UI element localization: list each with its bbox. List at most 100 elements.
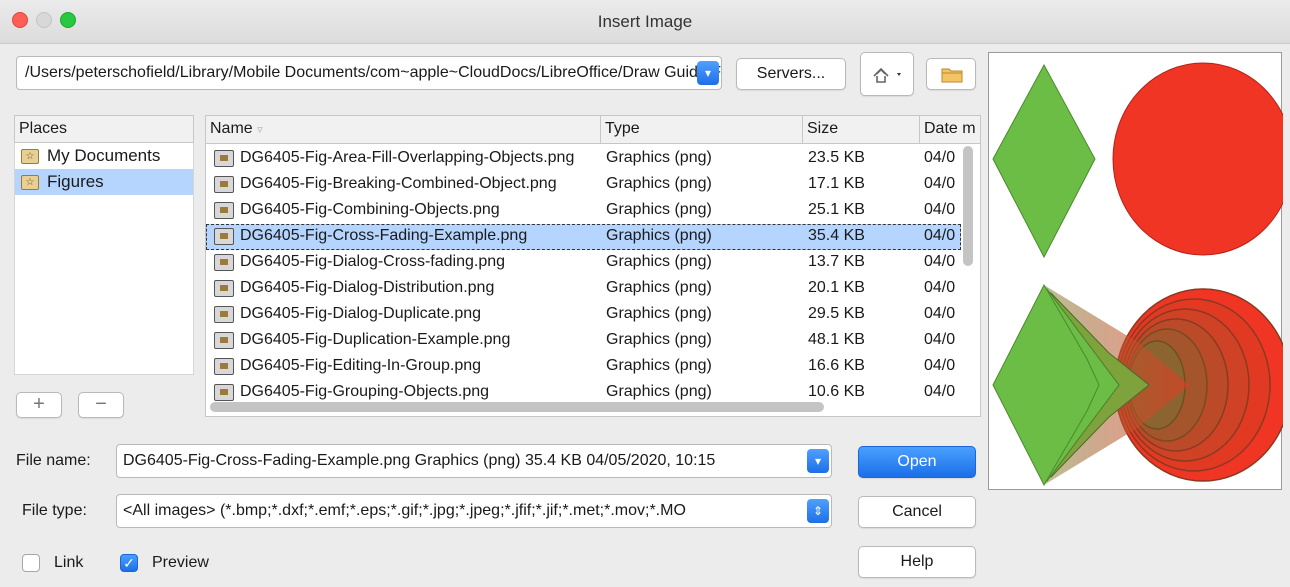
- cell-size: 25.1 KB: [808, 201, 865, 218]
- cell-type: Graphics (png): [606, 175, 712, 192]
- column-name-label: Name: [210, 120, 253, 137]
- image-file-icon: [214, 150, 234, 167]
- cell-type: Graphics (png): [606, 201, 712, 218]
- cell-date: 04/0: [924, 149, 956, 166]
- chevron-down-icon[interactable]: ▾: [807, 449, 829, 473]
- column-size[interactable]: Size: [803, 116, 920, 144]
- cell-date: 04/0: [924, 331, 956, 348]
- cell-type: Graphics (png): [606, 149, 712, 166]
- column-date[interactable]: Date m: [920, 116, 980, 144]
- image-file-icon: [214, 176, 234, 193]
- cell-name: DG6405-Fig-Dialog-Duplicate.png: [240, 305, 482, 322]
- new-folder-button[interactable]: [926, 58, 976, 90]
- path-combobox[interactable]: /Users/peterschofield/Library/Mobile Doc…: [16, 56, 722, 90]
- cell-size: 48.1 KB: [808, 331, 865, 348]
- cell-type: Graphics (png): [606, 227, 712, 244]
- add-place-button[interactable]: +: [16, 392, 62, 418]
- cell-type: Graphics (png): [606, 279, 712, 296]
- file-type-label: File type:: [22, 502, 87, 519]
- cell-size: 13.7 KB: [808, 253, 865, 270]
- cell-date: 04/0: [924, 305, 956, 322]
- cell-type: Graphics (png): [606, 357, 712, 374]
- places-header: Places: [14, 115, 194, 143]
- file-list[interactable]: Name ▿ Type Size Date m DG6405-Fig-Area-…: [205, 115, 981, 417]
- image-preview: [988, 52, 1290, 490]
- cell-size: 10.6 KB: [808, 383, 865, 400]
- place-figures[interactable]: ☆ Figures: [15, 169, 193, 195]
- sort-indicator-icon: ▿: [257, 124, 263, 136]
- cell-size: 20.1 KB: [808, 279, 865, 296]
- preview-label: Preview: [152, 554, 209, 571]
- image-file-icon: [214, 254, 234, 271]
- table-row[interactable]: DG6405-Fig-Dialog-Duplicate.png Graphics …: [206, 302, 961, 328]
- open-button[interactable]: Open: [858, 446, 976, 478]
- cell-date: 04/0: [924, 383, 956, 400]
- table-row[interactable]: DG6405-Fig-Breaking-Combined-Object.png G…: [206, 172, 961, 198]
- help-button[interactable]: Help: [858, 546, 976, 578]
- cell-size: 16.6 KB: [808, 357, 865, 374]
- column-name[interactable]: Name ▿: [206, 116, 601, 144]
- preview-checkbox[interactable]: ✓: [120, 554, 138, 572]
- cell-size: 23.5 KB: [808, 149, 865, 166]
- servers-button[interactable]: Servers...: [736, 58, 846, 90]
- cell-date: 04/0: [924, 357, 956, 374]
- new-folder-icon: [941, 68, 963, 83]
- image-file-icon: [214, 358, 234, 375]
- up-folder-icon: [873, 67, 901, 83]
- cell-name: DG6405-Fig-Dialog-Cross-fading.png: [240, 253, 506, 270]
- image-file-icon: [214, 228, 234, 245]
- file-name-input[interactable]: DG6405-Fig-Cross-Fading-Example.png Grap…: [116, 444, 832, 478]
- image-file-icon: [214, 280, 234, 297]
- cell-type: Graphics (png): [606, 305, 712, 322]
- folder-star-icon: ☆: [21, 148, 39, 164]
- table-row[interactable]: DG6405-Fig-Cross-Fading-Example.png Graph…: [206, 224, 961, 250]
- image-file-icon: [214, 384, 234, 401]
- table-row[interactable]: DG6405-Fig-Combining-Objects.png Graphics…: [206, 198, 961, 224]
- cell-date: 04/0: [924, 175, 956, 192]
- cell-date: 04/0: [924, 279, 956, 296]
- cell-size: 35.4 KB: [808, 227, 865, 244]
- file-type-select[interactable]: <All images> (*.bmp;*.dxf;*.emf;*.eps;*.…: [116, 494, 832, 528]
- cell-name: DG6405-Fig-Duplication-Example.png: [240, 331, 511, 348]
- cell-type: Graphics (png): [606, 383, 712, 400]
- place-label: My Documents: [47, 146, 161, 165]
- chevron-down-icon[interactable]: ▾: [697, 61, 719, 85]
- cell-name: DG6405-Fig-Combining-Objects.png: [240, 201, 500, 218]
- file-type-value: <All images> (*.bmp;*.dxf;*.emf;*.eps;*.…: [123, 502, 686, 519]
- table-row[interactable]: DG6405-Fig-Dialog-Cross-fading.png Graphi…: [206, 250, 961, 276]
- cancel-button[interactable]: Cancel: [858, 496, 976, 528]
- up-folder-button[interactable]: [860, 52, 914, 96]
- place-label: Figures: [47, 172, 104, 191]
- title-bar: Insert Image: [0, 0, 1290, 44]
- place-my-documents[interactable]: ☆ My Documents: [15, 143, 193, 169]
- cell-name: DG6405-Fig-Dialog-Distribution.png: [240, 279, 495, 296]
- file-name-label: File name:: [16, 452, 91, 469]
- preview-image: [992, 62, 1290, 487]
- cell-type: Graphics (png): [606, 253, 712, 270]
- horizontal-scrollbar[interactable]: [210, 402, 824, 412]
- cell-name: DG6405-Fig-Area-Fill-Overlapping-Objects…: [240, 149, 575, 166]
- cell-name: DG6405-Fig-Cross-Fading-Example.png: [240, 227, 528, 244]
- image-file-icon: [214, 332, 234, 349]
- vertical-scrollbar[interactable]: [963, 146, 973, 266]
- cross-fade-shape: [992, 283, 1290, 487]
- link-checkbox[interactable]: [22, 554, 40, 572]
- path-value: /Users/peterschofield/Library/Mobile Doc…: [25, 64, 722, 81]
- image-file-icon: [214, 306, 234, 323]
- folder-star-icon: ☆: [21, 174, 39, 190]
- cell-name: DG6405-Fig-Editing-In-Group.png: [240, 357, 482, 374]
- remove-place-button[interactable]: −: [78, 392, 124, 418]
- cell-date: 04/0: [924, 201, 956, 218]
- file-name-value: DG6405-Fig-Cross-Fading-Example.png Grap…: [123, 452, 716, 469]
- column-type[interactable]: Type: [601, 116, 803, 144]
- table-row[interactable]: DG6405-Fig-Dialog-Distribution.png Graphi…: [206, 276, 961, 302]
- up-down-chevron-icon[interactable]: ⇕: [807, 499, 829, 523]
- link-label: Link: [54, 554, 84, 571]
- window-title: Insert Image: [597, 12, 693, 31]
- cell-size: 17.1 KB: [808, 175, 865, 192]
- table-row[interactable]: DG6405-Fig-Area-Fill-Overlapping-Objects…: [206, 146, 961, 172]
- table-row[interactable]: DG6405-Fig-Editing-In-Group.png Graphics …: [206, 354, 961, 380]
- places-list: ☆ My Documents ☆ Figures: [14, 143, 194, 375]
- table-row[interactable]: DG6405-Fig-Duplication-Example.png Graphi…: [206, 328, 961, 354]
- cell-type: Graphics (png): [606, 331, 712, 348]
